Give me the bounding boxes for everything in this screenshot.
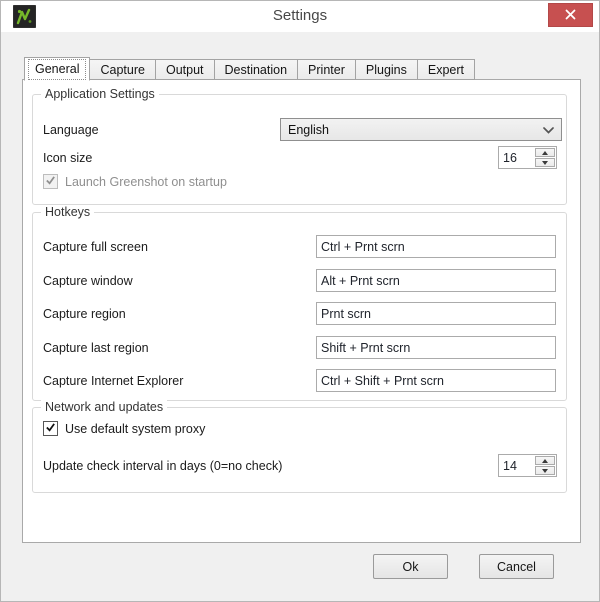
tab-label: Output bbox=[165, 62, 204, 77]
capture-fullscreen-hotkey-input[interactable] bbox=[316, 235, 556, 258]
icon-size-stepper bbox=[498, 146, 557, 169]
tab-label: Printer bbox=[308, 62, 345, 77]
startup-checkbox-row: Launch Greenshot on startup bbox=[43, 174, 227, 189]
network-updates-group: Network and updates Use default system p… bbox=[32, 400, 567, 493]
icon-size-input[interactable] bbox=[499, 147, 535, 168]
language-value: English bbox=[288, 122, 329, 137]
group-title: Network and updates bbox=[41, 400, 168, 414]
ok-button[interactable]: Ok bbox=[373, 554, 448, 579]
titlebar[interactable]: Settings bbox=[1, 1, 599, 32]
tab-label: Destination bbox=[224, 62, 288, 77]
up-arrow-icon bbox=[542, 458, 548, 463]
settings-window: Settings General Capture Output Destinat… bbox=[0, 0, 600, 602]
proxy-checkbox[interactable] bbox=[43, 421, 58, 436]
proxy-checkbox-row: Use default system proxy bbox=[43, 421, 205, 436]
icon-size-label: Icon size bbox=[43, 150, 93, 165]
capture-window-label: Capture window bbox=[43, 273, 133, 288]
check-icon bbox=[45, 422, 56, 436]
tab-label: Capture bbox=[100, 62, 145, 77]
tab-plugins[interactable]: Plugins bbox=[355, 59, 418, 80]
group-title: Application Settings bbox=[41, 87, 159, 101]
check-icon bbox=[45, 175, 56, 189]
application-settings-group: Application Settings Language English Ic… bbox=[32, 87, 567, 205]
proxy-checkbox-label: Use default system proxy bbox=[65, 421, 206, 436]
up-arrow-icon bbox=[542, 150, 548, 155]
close-icon bbox=[565, 8, 576, 23]
icon-size-up-button[interactable] bbox=[535, 148, 555, 157]
hotkeys-group: Hotkeys Capture full screen Capture wind… bbox=[32, 205, 567, 401]
capture-ie-label: Capture Internet Explorer bbox=[43, 373, 184, 388]
language-label: Language bbox=[43, 122, 99, 137]
capture-region-label: Capture region bbox=[43, 306, 126, 321]
language-combobox[interactable]: English bbox=[280, 118, 562, 141]
capture-region-hotkey-input[interactable] bbox=[316, 302, 556, 325]
tab-destination[interactable]: Destination bbox=[214, 59, 299, 80]
tab-label: General bbox=[27, 58, 87, 80]
close-button[interactable] bbox=[548, 3, 593, 27]
spin-buttons bbox=[535, 147, 556, 168]
update-interval-down-button[interactable] bbox=[535, 466, 555, 475]
capture-fullscreen-label: Capture full screen bbox=[43, 239, 148, 254]
update-interval-label: Update check interval in days (0=no chec… bbox=[43, 458, 283, 473]
chevron-down-icon bbox=[543, 123, 554, 137]
tab-expert[interactable]: Expert bbox=[417, 59, 476, 80]
startup-checkbox bbox=[43, 174, 58, 189]
down-arrow-icon bbox=[542, 468, 548, 473]
update-interval-stepper bbox=[498, 454, 557, 477]
capture-last-region-label: Capture last region bbox=[43, 340, 149, 355]
tab-label: Expert bbox=[427, 62, 465, 77]
tab-page-general: Application Settings Language English Ic… bbox=[22, 79, 581, 543]
update-interval-up-button[interactable] bbox=[535, 456, 555, 465]
tab-strip: General Capture Output Destination Print… bbox=[24, 56, 476, 81]
window-title: Settings bbox=[272, 7, 328, 24]
update-interval-input[interactable] bbox=[499, 455, 535, 476]
startup-checkbox-label: Launch Greenshot on startup bbox=[65, 174, 227, 189]
tab-output[interactable]: Output bbox=[155, 59, 215, 80]
icon-size-down-button[interactable] bbox=[535, 158, 555, 167]
cancel-button[interactable]: Cancel bbox=[479, 554, 554, 579]
capture-window-hotkey-input[interactable] bbox=[316, 269, 556, 292]
tab-general[interactable]: General bbox=[24, 57, 91, 81]
down-arrow-icon bbox=[542, 160, 548, 165]
capture-last-region-hotkey-input[interactable] bbox=[316, 336, 556, 359]
tab-printer[interactable]: Printer bbox=[298, 59, 356, 80]
group-title: Hotkeys bbox=[41, 205, 95, 219]
capture-ie-hotkey-input[interactable] bbox=[316, 369, 556, 392]
tab-capture[interactable]: Capture bbox=[90, 59, 156, 80]
spin-buttons bbox=[535, 455, 556, 476]
tab-label: Plugins bbox=[365, 62, 407, 77]
